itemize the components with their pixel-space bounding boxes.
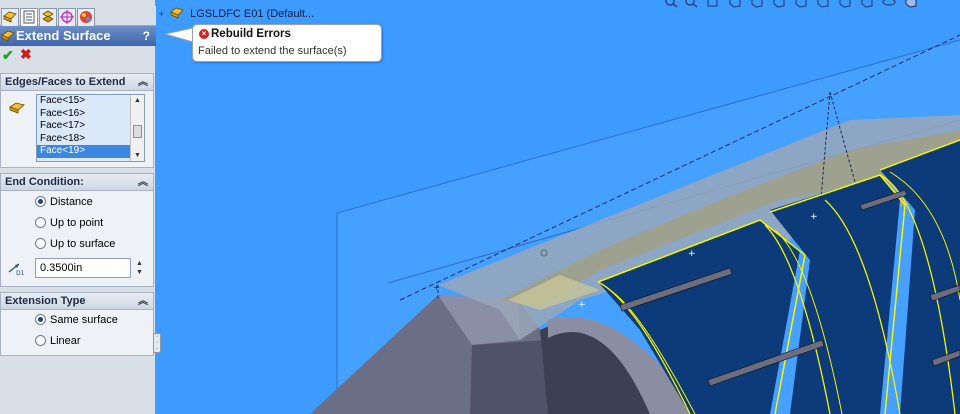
configuration-manager-tab-icon[interactable] (39, 8, 57, 26)
part-name[interactable]: LGSLDFC E01 (Default... (190, 8, 314, 20)
feature-tree-flyout[interactable]: + LGSLDFC E01 (Default... (159, 6, 314, 22)
rebuild-error-callout: × Rebuild Errors Failed to extend the su… (192, 24, 382, 62)
callout-title: Rebuild Errors (211, 28, 291, 40)
spin-down-icon[interactable]: ▼ (136, 269, 143, 276)
radio-up-to-surface[interactable]: Up to surface (35, 236, 115, 252)
callout-message: Failed to extend the surface(s) (198, 45, 347, 57)
feature-manager-tab-icon[interactable] (1, 8, 19, 26)
radio-button[interactable] (35, 238, 46, 249)
radio-button[interactable] (35, 196, 46, 207)
scroll-thumb[interactable] (133, 125, 142, 138)
scroll-down-icon[interactable]: ▼ (134, 152, 141, 159)
collapse-icon[interactable]: ︽ (138, 174, 148, 191)
edges-faces-group: Edges/Faces to Extend ︽ Face<15> Face<16… (0, 73, 154, 168)
feature-title: Extend Surface (16, 28, 111, 43)
3d-view-icon[interactable] (904, 0, 918, 8)
cancel-x-icon[interactable]: ✖ (20, 46, 32, 63)
edit-appearance-icon[interactable] (816, 0, 830, 8)
faces-listbox[interactable]: Face<15> Face<16> Face<17> Face<18> Face… (36, 94, 145, 162)
display-manager-tab-icon[interactable] (77, 8, 95, 26)
collapse-icon[interactable]: ︽ (138, 293, 148, 310)
model-view[interactable]: + + + + (157, 0, 960, 414)
zoom-to-fit-icon[interactable] (664, 0, 678, 8)
radio-same-surface[interactable]: Same surface (35, 312, 118, 328)
dimxpert-tab-icon[interactable] (58, 8, 76, 26)
spin-up-icon[interactable]: ▲ (136, 260, 143, 267)
list-item-selected[interactable]: Face<19> (37, 145, 130, 158)
svg-text:+: + (578, 300, 586, 310)
section-view-icon[interactable] (728, 0, 742, 8)
graphics-area[interactable]: + + + + (157, 0, 960, 414)
list-item[interactable]: Face<15> (37, 95, 130, 108)
feature-title-bar: Extend Surface ? (0, 26, 156, 46)
listbox-scrollbar[interactable]: ▲ ▼ (130, 95, 144, 161)
end-condition-group-header[interactable]: End Condition: ︽ (1, 174, 153, 191)
scroll-up-icon[interactable]: ▲ (134, 97, 141, 104)
distance-icon: D1 (8, 263, 25, 276)
radio-button[interactable] (35, 217, 46, 228)
end-condition-group-title: End Condition: (5, 176, 84, 188)
display-style-icon[interactable] (772, 0, 786, 8)
list-item[interactable]: Face<18> (37, 133, 130, 146)
svg-text:+: + (688, 249, 696, 259)
panel-splitter-handle[interactable]: · · · (153, 333, 161, 353)
radio-label: Distance (50, 196, 93, 208)
extend-surface-icon (1, 30, 15, 42)
view-orientation-icon[interactable] (750, 0, 764, 8)
radio-up-to-point[interactable]: Up to point (35, 215, 103, 231)
distance-input[interactable]: 0.3500in (35, 258, 131, 278)
radio-distance[interactable]: Distance (35, 194, 93, 210)
svg-text:D1: D1 (16, 270, 25, 276)
radio-linear[interactable]: Linear (35, 333, 81, 349)
face-selection-icon (9, 102, 25, 114)
callout-pointer (165, 28, 194, 43)
property-manager-tab-icon[interactable] (20, 8, 38, 26)
collapse-icon[interactable]: ︽ (138, 74, 148, 91)
distance-spinner[interactable]: ▲ ▼ (134, 258, 146, 278)
extension-type-group-title: Extension Type (5, 295, 86, 307)
radio-label: Linear (50, 335, 81, 347)
radio-button[interactable] (35, 335, 46, 346)
help-icon[interactable]: ? (143, 26, 150, 46)
error-icon: × (199, 29, 209, 39)
extension-type-group: Extension Type ︽ Same surface Linear (0, 292, 154, 356)
tree-expand-icon[interactable]: + (159, 6, 167, 22)
extension-type-group-header[interactable]: Extension Type ︽ (1, 293, 153, 310)
end-condition-group: End Condition: ︽ Distance Up to point Up… (0, 173, 154, 287)
part-icon (170, 7, 184, 19)
svg-text:+: + (810, 212, 818, 222)
radio-label: Same surface (50, 314, 118, 326)
visibility-icon[interactable] (882, 0, 896, 8)
edges-faces-group-title: Edges/Faces to Extend (5, 76, 126, 88)
list-item[interactable]: Face<16> (37, 108, 130, 121)
list-item[interactable]: Face<17> (37, 120, 130, 133)
hide-show-items-icon[interactable] (794, 0, 808, 8)
view-settings-icon[interactable] (860, 0, 874, 8)
radio-button[interactable] (35, 314, 46, 325)
zoom-area-icon[interactable] (684, 0, 698, 8)
apply-scene-icon[interactable] (838, 0, 852, 8)
ok-check-icon[interactable]: ✔ (2, 47, 14, 64)
manager-tabs (0, 6, 156, 26)
radio-label: Up to surface (50, 238, 116, 250)
edges-faces-group-header[interactable]: Edges/Faces to Extend ︽ (1, 74, 153, 91)
radio-label: Up to point (50, 217, 104, 229)
property-manager: Extend Surface ? ✔ ✖ Edges/Faces to Exte… (0, 0, 156, 414)
previous-view-icon[interactable] (706, 0, 720, 8)
svg-text:+: + (433, 283, 440, 292)
